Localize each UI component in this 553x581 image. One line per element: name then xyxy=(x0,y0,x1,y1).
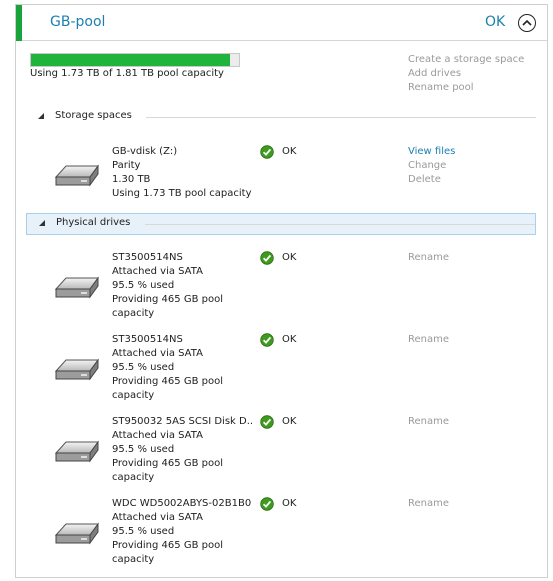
pool-status: OK xyxy=(485,14,506,30)
rename-drive-link[interactable]: Rename xyxy=(408,333,449,347)
drive-usage: 95.5 % used xyxy=(112,280,175,291)
change-link[interactable]: Change xyxy=(408,159,455,173)
physical-drive-item[interactable]: WDC WD5002ABYS-02B1B0 Attached via SATA … xyxy=(16,497,547,567)
drive-providing-cont: capacity xyxy=(112,472,155,483)
storage-space-usage: Using 1.73 TB pool capacity xyxy=(112,188,252,199)
add-drives-link[interactable]: Add drives xyxy=(408,67,524,81)
section-divider xyxy=(145,224,535,225)
delete-link[interactable]: Delete xyxy=(408,173,455,187)
storage-space-status-text: OK xyxy=(282,146,297,157)
checkmark-circle-icon xyxy=(260,333,274,347)
drive-status-text: OK xyxy=(282,252,297,263)
pool-accent-bar xyxy=(16,5,22,41)
drive-providing-cont: capacity xyxy=(112,390,155,401)
storage-spaces-heading[interactable]: Storage spaces xyxy=(26,107,536,129)
drive-name: WDC WD5002ABYS-02B1B0 xyxy=(112,498,252,509)
checkmark-circle-icon xyxy=(260,415,274,429)
drive-usage: 95.5 % used xyxy=(112,362,175,373)
pool-actions: Create a storage space Add drives Rename… xyxy=(408,53,524,95)
storage-space-details: GB-vdisk (Z:) Parity 1.30 TB Using 1.73 … xyxy=(112,145,252,201)
storage-space-item[interactable]: GB-vdisk (Z:) Parity 1.30 TB Using 1.73 … xyxy=(16,145,547,215)
checkmark-circle-icon xyxy=(260,497,274,511)
drive-providing-cont: capacity xyxy=(112,308,155,319)
drive-status-text: OK xyxy=(282,416,297,427)
rename-pool-link[interactable]: Rename pool xyxy=(408,81,524,95)
drive-connection: Attached via SATA xyxy=(112,266,203,277)
drive-name: ST3500514NS xyxy=(112,334,183,345)
hard-drive-icon xyxy=(54,164,99,187)
checkmark-circle-icon xyxy=(260,145,274,159)
drive-connection: Attached via SATA xyxy=(112,512,203,523)
drive-providing: Providing 465 GB pool xyxy=(112,376,223,387)
physical-drives-label: Physical drives xyxy=(56,217,131,228)
drive-actions: Rename xyxy=(408,333,449,347)
storage-spaces-label: Storage spaces xyxy=(55,110,132,121)
physical-drive-details: ST950032 5AS SCSI Disk D... Attached via… xyxy=(112,415,252,485)
rename-drive-link[interactable]: Rename xyxy=(408,497,449,511)
collapse-button[interactable] xyxy=(518,14,536,32)
drive-usage: 95.5 % used xyxy=(112,526,175,537)
hard-drive-icon xyxy=(54,358,99,381)
physical-drive-details: ST3500514NS Attached via SATA 95.5 % use… xyxy=(112,333,252,403)
storage-space-actions: View files Change Delete xyxy=(408,145,455,187)
pool-capacity-text: Using 1.73 TB of 1.81 TB pool capacity xyxy=(30,68,224,79)
drive-connection: Attached via SATA xyxy=(112,430,203,441)
drive-providing: Providing 465 GB pool xyxy=(112,294,223,305)
physical-drive-details: ST3500514NS Attached via SATA 95.5 % use… xyxy=(112,251,252,321)
drive-connection: Attached via SATA xyxy=(112,348,203,359)
drive-providing-cont: capacity xyxy=(112,554,155,565)
rename-drive-link[interactable]: Rename xyxy=(408,251,449,265)
drive-name: ST950032 5AS SCSI Disk D... xyxy=(112,416,252,427)
pool-title: GB-pool xyxy=(50,14,106,30)
drive-actions: Rename xyxy=(408,415,449,429)
hard-drive-icon xyxy=(54,522,99,545)
physical-drive-item[interactable]: ST3500514NS Attached via SATA 95.5 % use… xyxy=(16,333,547,403)
physical-drive-details: WDC WD5002ABYS-02B1B0 Attached via SATA … xyxy=(112,497,252,567)
storage-pool-panel: GB-pool OK Using 1.73 TB of 1.81 TB pool… xyxy=(15,4,548,578)
hard-drive-icon xyxy=(54,440,99,463)
drive-providing: Providing 465 GB pool xyxy=(112,540,223,551)
drive-actions: Rename xyxy=(408,251,449,265)
drive-status-text: OK xyxy=(282,498,297,509)
create-storage-space-link[interactable]: Create a storage space xyxy=(408,53,524,67)
drive-status-text: OK xyxy=(282,334,297,345)
physical-drive-item[interactable]: ST3500514NS Attached via SATA 95.5 % use… xyxy=(16,251,547,321)
section-divider xyxy=(146,117,536,118)
drive-providing: Providing 465 GB pool xyxy=(112,458,223,469)
storage-space-size: 1.30 TB xyxy=(112,174,151,185)
checkmark-circle-icon xyxy=(260,251,274,265)
triangle-expanded-icon xyxy=(38,113,44,119)
triangle-expanded-icon xyxy=(39,220,45,226)
rename-drive-link[interactable]: Rename xyxy=(408,415,449,429)
view-files-link[interactable]: View files xyxy=(408,145,455,159)
storage-space-name: GB-vdisk (Z:) xyxy=(112,146,178,157)
pool-capacity-fill xyxy=(31,54,230,66)
pool-capacity-bar xyxy=(30,53,240,67)
storage-space-resiliency: Parity xyxy=(112,160,141,171)
chevron-up-icon xyxy=(522,19,532,26)
drive-actions: Rename xyxy=(408,497,449,511)
physical-drive-item[interactable]: ST950032 5AS SCSI Disk D... Attached via… xyxy=(16,415,547,485)
physical-drives-heading[interactable]: Physical drives xyxy=(26,213,536,235)
hard-drive-icon xyxy=(54,276,99,299)
pool-header: GB-pool OK xyxy=(16,5,547,41)
drive-name: ST3500514NS xyxy=(112,252,183,263)
drive-usage: 95.5 % used xyxy=(112,444,175,455)
